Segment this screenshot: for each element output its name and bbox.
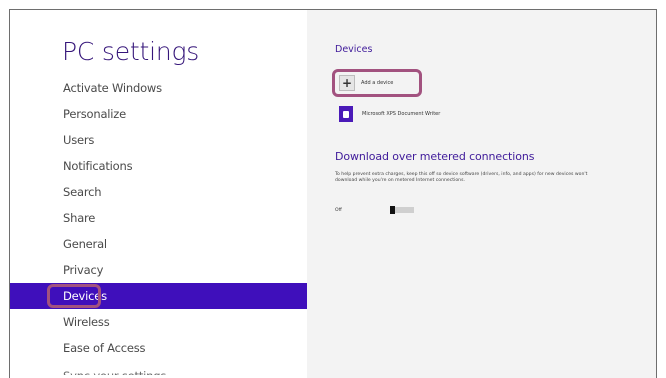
sidebar-item-search[interactable]: Search — [10, 179, 307, 205]
metered-toggle-row: Off — [335, 206, 414, 214]
sidebar-item-wireless[interactable]: Wireless — [10, 309, 307, 335]
toggle-state-label: Off — [335, 207, 342, 213]
sidebar-item-notifications[interactable]: Notifications — [10, 153, 307, 179]
metered-heading: Download over metered connections — [335, 150, 535, 163]
metered-toggle[interactable] — [390, 206, 414, 214]
device-name: Microsoft XPS Document Writer — [362, 111, 441, 117]
sidebar-item-ease-of-access[interactable]: Ease of Access — [10, 335, 307, 361]
device-item[interactable]: Microsoft XPS Document Writer — [339, 104, 440, 124]
sidebar-item-label: Wireless — [63, 315, 110, 329]
sidebar-item-label: Privacy — [63, 263, 104, 277]
sidebar-item-label: Share — [63, 211, 96, 225]
main-pane: Devices + Add a device Microsoft XPS Doc… — [307, 10, 656, 378]
sidebar: PC settings Activate Windows Personalize… — [10, 10, 307, 378]
sidebar-item-general[interactable]: General — [10, 231, 307, 257]
metered-description: To help prevent extra charges, keep this… — [335, 172, 588, 184]
sidebar-item-sync-your-settings[interactable]: Sync your settings — [10, 361, 307, 375]
sidebar-item-label: Search — [63, 185, 102, 199]
sidebar-item-privacy[interactable]: Privacy — [10, 257, 307, 283]
screen: PC settings Activate Windows Personalize… — [0, 0, 666, 378]
sidebar-item-personalize[interactable]: Personalize — [10, 101, 307, 127]
sidebar-item-label: Personalize — [63, 107, 126, 121]
sidebar-item-activate-windows[interactable]: Activate Windows — [10, 75, 307, 101]
sidebar-nav: Activate Windows Personalize Users Notif… — [10, 75, 307, 375]
sidebar-item-devices[interactable]: Devices — [10, 283, 307, 309]
sidebar-item-share[interactable]: Share — [10, 205, 307, 231]
printer-icon — [339, 106, 353, 122]
sidebar-item-users[interactable]: Users — [10, 127, 307, 153]
sidebar-item-label: General — [63, 237, 107, 251]
sidebar-item-label: Notifications — [63, 159, 133, 173]
sidebar-item-label: Sync your settings — [63, 363, 307, 375]
devices-callout-ring — [47, 284, 101, 308]
add-device-callout-ring — [332, 69, 422, 97]
sidebar-item-label: Activate Windows — [63, 81, 162, 95]
page-title: PC settings — [62, 37, 200, 66]
pc-settings-window: PC settings Activate Windows Personalize… — [9, 9, 657, 378]
devices-heading: Devices — [335, 44, 373, 55]
toggle-thumb[interactable] — [390, 206, 395, 214]
sidebar-item-label: Users — [63, 133, 95, 147]
sidebar-item-label: Ease of Access — [63, 341, 146, 355]
